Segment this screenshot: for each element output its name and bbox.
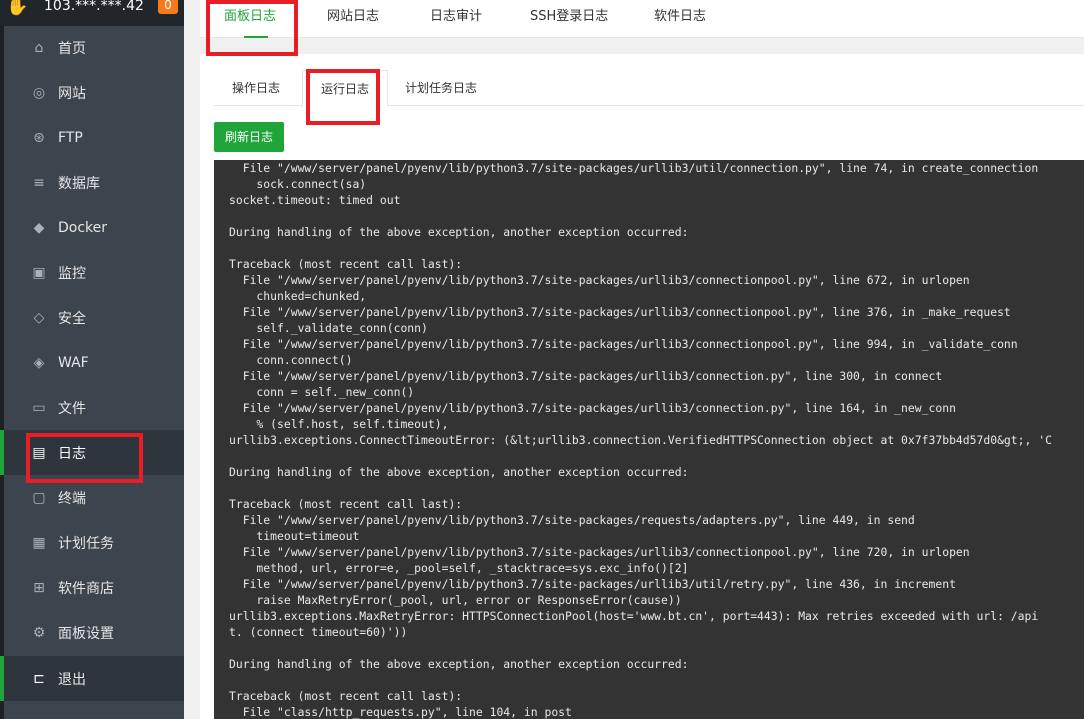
server-address: 103.***.***.42 [44,0,144,14]
sidebar-item-home[interactable]: ⌂ 首页 [0,25,184,70]
waf-icon: ◈ [33,354,45,371]
sidebar-item-logs[interactable]: ▤ 日志 [0,430,184,475]
tab-runtime-logs[interactable]: 运行日志 [302,70,389,107]
refresh-logs-button[interactable]: 刷新日志 [214,122,284,152]
tab-label: 操作日志 [232,81,281,95]
sidebar-item-label: 文件 [58,400,86,417]
tab-label: 面板日志 [224,9,277,24]
tab-software-logs[interactable]: 软件日志 [654,0,706,38]
tab-label: SSH登录日志 [530,9,609,24]
apps-icon: ⊞ [33,579,45,596]
sidebar-item-website[interactable]: ◎ 网站 [0,70,184,115]
sidebar-item-label: WAF [58,354,89,371]
sidebar-item-security[interactable]: ◇ 安全 [0,295,184,340]
hand-logo-icon: ✋ [6,0,29,17]
tab-operation-logs[interactable]: 操作日志 [214,70,298,106]
sub-tab-bar: 操作日志 运行日志 计划任务日志 [214,70,1084,107]
sidebar-item-label: 终端 [58,490,86,507]
ftp-icon: ⊛ [33,129,45,146]
sidebar-item-waf[interactable]: ◈ WAF [0,340,184,385]
log-text: File "/www/server/panel/pyenv/lib/python… [229,161,1052,719]
log-panel: 操作日志 运行日志 计划任务日志 刷新日志 File "/www/server/… [200,54,1084,719]
sidebar-item-logout[interactable]: ⊏ 退出 [0,656,184,701]
sidebar-item-monitor[interactable]: ▣ 监控 [0,250,184,295]
sidebar-item-terminal[interactable]: ▢ 终端 [0,475,184,520]
sidebar-item-ftp[interactable]: ⊛ FTP [0,115,184,160]
terminal-icon: ▢ [32,489,46,506]
sidebar-item-label: 计划任务 [58,535,114,552]
sidebar-item-label: 安全 [58,310,86,327]
tab-label: 计划任务日志 [405,81,478,95]
shield-icon: ◇ [33,309,45,326]
database-icon: ≡ [33,174,45,191]
log-viewer[interactable]: File "/www/server/panel/pyenv/lib/python… [214,160,1084,719]
tab-label: 网站日志 [327,9,380,24]
tab-cron-logs[interactable]: 计划任务日志 [387,70,495,106]
top-tab-bar: 面板日志 网站日志 日志审计 SSH登录日志 软件日志 [200,0,1084,38]
tab-panel-logs[interactable]: 面板日志 [224,0,276,38]
sidebar-item-label: 日志 [58,445,86,462]
server-header[interactable]: ✋ 103.***.***.42 0 [0,0,184,26]
sidebar-item-label: 退出 [58,671,86,688]
calendar-icon: ▦ [32,534,46,551]
docker-icon: ◆ [33,219,45,236]
globe-icon: ◎ [32,84,46,101]
folder-icon: ▭ [32,399,46,416]
sidebar-item-settings[interactable]: ⚙ 面板设置 [0,610,184,655]
notification-badge[interactable]: 0 [158,0,178,14]
sidebar-item-cron[interactable]: ▦ 计划任务 [0,520,184,565]
sidebar-item-label: 面板设置 [58,625,114,642]
home-icon: ⌂ [34,39,44,56]
sidebar-item-label: FTP [58,129,83,146]
logout-icon: ⊏ [33,670,45,687]
tab-log-audit[interactable]: 日志审计 [430,0,482,38]
active-tab-indicator [244,36,268,38]
sidebar-item-label: 软件商店 [58,580,114,597]
sidebar-item-app-store[interactable]: ⊞ 软件商店 [0,565,184,610]
monitor-icon: ▣ [32,264,46,281]
sidebar: ✋ 103.***.***.42 0 ⌂ 首页 ◎ 网站 ⊛ FTP ≡ 数据库… [0,0,184,719]
sidebar-item-database[interactable]: ≡ 数据库 [0,160,184,205]
gear-icon: ⚙ [32,624,46,641]
tab-label: 软件日志 [654,9,707,24]
tab-label: 运行日志 [321,82,370,96]
sidebar-item-docker[interactable]: ◆ Docker [0,205,184,250]
sidebar-item-files[interactable]: ▭ 文件 [0,385,184,430]
sidebar-item-label: 网站 [58,85,86,102]
tab-label: 日志审计 [430,9,483,24]
log-icon: ▤ [32,444,46,461]
sidebar-item-label: 首页 [58,40,86,57]
sidebar-item-label: 监控 [58,265,86,282]
tab-ssh-logs[interactable]: SSH登录日志 [530,0,608,38]
main-content: 面板日志 网站日志 日志审计 SSH登录日志 软件日志 操作日志 运行日志 计划… [184,0,1084,719]
tab-website-logs[interactable]: 网站日志 [327,0,379,38]
sidebar-item-label: 数据库 [58,175,100,192]
sidebar-item-label: Docker [58,219,108,236]
